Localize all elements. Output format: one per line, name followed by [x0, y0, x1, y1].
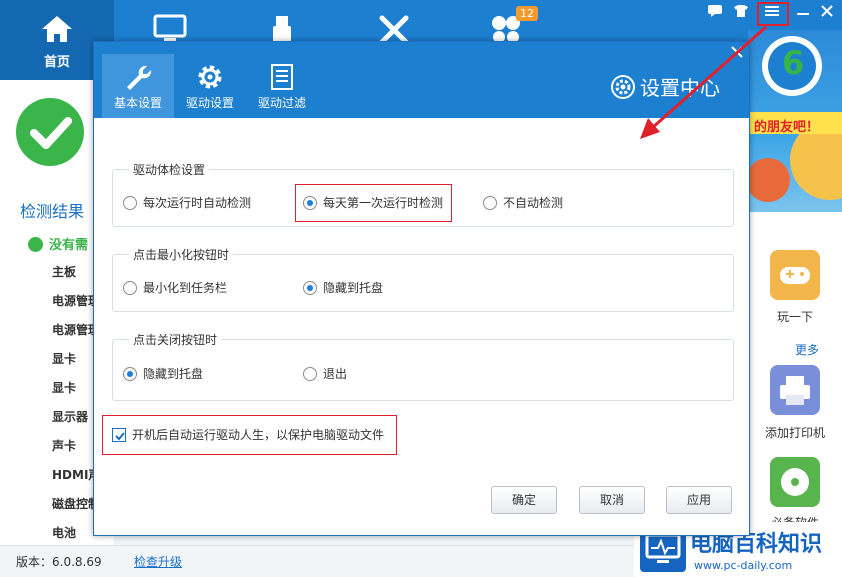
tab-basic-settings-label: 基本设置 — [113, 96, 162, 110]
tab-basic-settings[interactable]: 基本设置 — [102, 54, 174, 118]
banner-number: 6 — [782, 44, 805, 82]
promo-banner[interactable]: 6 的朋友吧！ — [748, 30, 842, 212]
radio-close-to-tray[interactable]: 隐藏到托盘 — [123, 365, 203, 382]
ok-dot-icon — [28, 237, 43, 252]
cancel-button[interactable]: 取消 — [579, 486, 645, 514]
radio-exit[interactable]: 退出 — [303, 365, 347, 382]
gear-icon — [174, 62, 246, 94]
hardware-item[interactable]: 显示器 — [52, 408, 88, 425]
tab-driver-settings-label: 驱动设置 — [185, 96, 234, 110]
radio-button[interactable] — [303, 367, 317, 381]
group-minimize-behavior: 点击最小化按钮时 最小化到任务栏 隐藏到托盘 — [112, 246, 734, 312]
radio-label: 每次运行时自动检测 — [143, 196, 252, 210]
side-label-play[interactable]: 玩一下 — [748, 308, 842, 325]
settings-center-gear-icon — [610, 74, 636, 105]
radio-label: 不自动检测 — [503, 196, 564, 210]
hardware-item[interactable]: 主板 — [52, 263, 76, 280]
dialog-title-text: 设置中心 — [640, 76, 720, 100]
radio-button-selected[interactable] — [303, 281, 317, 295]
close-icon[interactable] — [816, 4, 838, 24]
ok-button[interactable]: 确定 — [491, 486, 557, 514]
radio-label: 退出 — [323, 367, 348, 381]
dialog-header: 基本设置 驱动设置 驱动过滤 设置中心 — [94, 42, 749, 118]
apply-button[interactable]: 应用 — [666, 486, 732, 514]
radio-minimize-to-taskbar[interactable]: 最小化到任务栏 — [123, 279, 227, 296]
radio-button[interactable] — [123, 196, 137, 210]
gamepad-icon[interactable] — [770, 250, 820, 300]
version-text: 版本：6.0.8.69 — [16, 555, 102, 569]
minimize-icon[interactable] — [792, 4, 814, 24]
skin-icon[interactable] — [730, 4, 752, 24]
radio-no-auto-check[interactable]: 不自动检测 — [483, 194, 563, 211]
tab-driver-settings[interactable]: 驱动设置 — [174, 54, 246, 118]
menu-highlight-box — [757, 2, 789, 26]
group-title: 驱动体检设置 — [129, 161, 210, 178]
radio-button[interactable] — [123, 281, 137, 295]
radio-label: 隐藏到托盘 — [143, 367, 204, 381]
notification-badge: 12 — [516, 6, 538, 21]
hardware-item[interactable]: 电池 — [52, 524, 76, 541]
watermark-url: www.pc-daily.com — [694, 559, 793, 572]
radio-button[interactable] — [483, 196, 497, 210]
hardware-item[interactable]: 显卡 — [52, 379, 76, 396]
wrench-icon — [102, 62, 174, 94]
status-ok-label: 没有需 — [49, 238, 89, 253]
banner-text: 的朋友吧！ — [754, 120, 820, 135]
usb-icon[interactable] — [264, 14, 300, 44]
dialog-close-icon[interactable] — [730, 44, 744, 63]
check-upgrade-link[interactable]: 检查升级 — [134, 553, 182, 570]
list-icon — [246, 62, 318, 94]
highlight-box-daily-check — [295, 184, 452, 222]
group-close-behavior: 点击关闭按钮时 隐藏到托盘 退出 — [112, 331, 734, 401]
tools-icon[interactable] — [376, 14, 412, 45]
tab-driver-filter-label: 驱动过滤 — [257, 96, 306, 110]
radio-label: 隐藏到托盘 — [323, 281, 384, 295]
radio-button-selected[interactable] — [123, 367, 137, 381]
group-title: 点击最小化按钮时 — [129, 246, 234, 263]
radio-label: 最小化到任务栏 — [143, 281, 228, 295]
hardware-item[interactable]: 显卡 — [52, 350, 76, 367]
disc-icon[interactable] — [770, 457, 820, 507]
tab-driver-filter[interactable]: 驱动过滤 — [246, 54, 318, 118]
monitor-icon[interactable] — [152, 14, 188, 44]
hardware-item[interactable]: 声卡 — [52, 437, 76, 454]
more-link[interactable]: 更多 — [795, 341, 819, 358]
result-title: 检测结果 — [20, 202, 85, 221]
settings-dialog: 基本设置 驱动设置 驱动过滤 设置中心 驱动体检设置 每次运行时自动检测 每天第… — [93, 41, 750, 536]
printer-icon[interactable] — [770, 365, 820, 415]
status-ok: 没有需 — [28, 234, 88, 253]
radio-auto-check-every-run[interactable]: 每次运行时自动检测 — [123, 194, 251, 211]
check-icon — [16, 98, 84, 166]
dialog-title: 设置中心 — [610, 72, 720, 105]
side-label-printer[interactable]: 添加打印机 — [748, 424, 842, 441]
radio-minimize-to-tray[interactable]: 隐藏到托盘 — [303, 279, 383, 296]
group-title: 点击关闭按钮时 — [129, 331, 222, 348]
highlight-box-autostart — [102, 415, 397, 455]
chat-icon[interactable] — [704, 4, 726, 24]
